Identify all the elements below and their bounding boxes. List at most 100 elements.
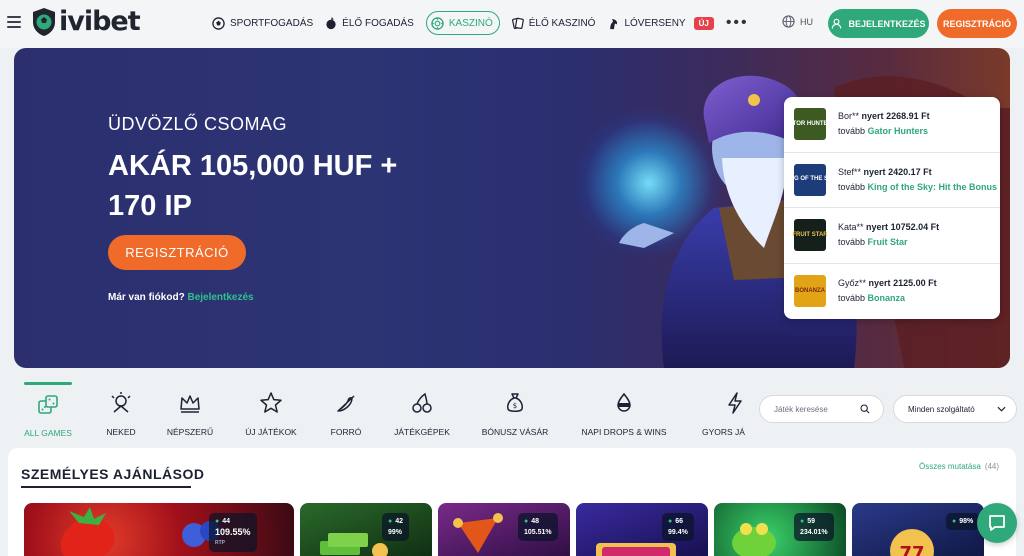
hero-title-line: AKÁR 105,000 HUF + [108, 150, 398, 182]
winner-name: Kata** [838, 222, 864, 233]
winner-row[interactable]: BONANZA Győz** nyert 2125.00 Ft tovább B… [784, 264, 1000, 320]
provider-select[interactable]: Minden szolgáltató [893, 395, 1017, 423]
winner-text: Bor** nyert 2268.91 Ft tovább Gator Hunt… [838, 109, 930, 139]
chili-icon [337, 395, 355, 412]
tab-gyors-jatekok[interactable]: GYORS JÁ [702, 382, 754, 438]
section-title: SZEMÉLYES AJÁNLÁSOD [21, 466, 205, 482]
hamburger-menu-icon[interactable] [7, 16, 21, 28]
players-icon: ● [388, 518, 393, 525]
language-selector[interactable]: HU [782, 15, 813, 28]
nav-label: KASZINÓ [448, 17, 493, 29]
game-thumbnail: GATOR HUNTERS [784, 108, 836, 141]
casino-chip-icon [431, 16, 444, 30]
hero-register-button[interactable]: REGISZTRÁCIÓ [108, 235, 246, 270]
game-tile[interactable]: 77 ● 98% [852, 503, 984, 556]
winner-name: Stef** [838, 166, 862, 177]
winner-game-link[interactable]: Gator Hunters [868, 126, 929, 136]
soccer-ball-icon [212, 16, 225, 30]
top-header: ivibet SPORTFOGADÁS ÉLŐ FOGADÁS KASZINÓ … [0, 0, 1024, 48]
live-chat-button[interactable] [977, 503, 1017, 543]
nav-label: ÉLŐ FOGADÁS [342, 17, 414, 29]
logo-text: ivibet [59, 6, 141, 37]
nav-label: ÉLŐ KASZINÓ [528, 17, 596, 29]
game-thumbnail: FRUIT STAR [792, 219, 828, 252]
tile-stats: ● 44 109.55% RTP [209, 513, 257, 552]
tab-nepszeru[interactable]: NÉPSZERŰ [162, 382, 218, 438]
tab-label: FORRÓ [330, 427, 362, 437]
winner-game-link[interactable]: King of the Sky: Hit the Bonus [868, 182, 998, 192]
tile-rtp: 234.01% [800, 529, 828, 536]
winner-verb: nyert [866, 222, 889, 233]
hero-login-link[interactable]: Bejelentkezés [187, 292, 253, 303]
tile-players: 44 [222, 518, 231, 525]
tab-jatekgepek[interactable]: JÁTÉKGÉPEK [392, 382, 452, 438]
nav-sportfogadas[interactable]: SPORTFOGADÁS [212, 11, 313, 35]
winner-row[interactable]: KING OF THE SKY Stef** nyert 2420.17 Ft … [784, 153, 1000, 208]
game-search-box[interactable] [759, 395, 884, 423]
search-icon[interactable] [860, 404, 870, 414]
winner-amount: 10752.04 Ft [890, 222, 940, 233]
tab-all-games[interactable]: ALL GAMES [24, 382, 72, 438]
login-prompt-text: Már van fiókod? [108, 292, 185, 303]
winner-text: Stef** nyert 2420.17 Ft tovább King of t… [838, 165, 997, 195]
show-all-link[interactable]: Összes mutatása (44) [919, 462, 999, 471]
game-tile[interactable]: ● 66 99.4% [576, 503, 708, 556]
tile-stats: ● 98% [946, 513, 980, 530]
tab-bonusz-vasar[interactable]: $ BÓNUSZ VÁSÁR [480, 382, 550, 438]
register-button[interactable]: REGISZTRÁCIÓ [937, 9, 1017, 38]
game-tile[interactable]: ● 42 99% [300, 503, 432, 556]
winner-row[interactable]: FRUIT STAR Kata** nyert 10752.04 Ft tová… [784, 208, 1000, 264]
ivibet-logo[interactable]: ivibet [31, 6, 141, 37]
chat-bubble-icon [989, 515, 1005, 531]
game-tile[interactable]: ● 59 234.01% [714, 503, 846, 556]
game-thumbnail: KING OF THE SKY [784, 163, 836, 196]
winner-name: Győz** [838, 278, 867, 289]
winner-game-link[interactable]: Bonanza [868, 293, 906, 303]
winner-amount: 2125.00 Ft [893, 278, 937, 289]
winner-verb: nyert [863, 166, 886, 177]
cherries-icon [412, 392, 432, 413]
gift-sparkle-icon [111, 392, 131, 413]
tile-stats: ● 42 99% [382, 513, 410, 541]
tile-players: 42 [395, 518, 404, 525]
winner-tovabb: tovább [838, 126, 866, 137]
nav-label: LÓVERSENY [624, 17, 686, 29]
login-label: BEJELENTKEZÉS [848, 18, 926, 29]
category-tabs: ALL GAMES NEKED NÉPSZERŰ ÚJ JÁTÉKOK FORR… [14, 382, 754, 438]
winner-amount: 2420.17 Ft [888, 166, 932, 177]
cash-stack-icon [320, 533, 388, 556]
tile-players: 59 [807, 518, 816, 525]
winner-tovabb: tovább [838, 181, 866, 192]
tile-rtp: 99% [388, 529, 403, 536]
chevron-down-icon [997, 406, 1006, 412]
tab-neked[interactable]: NEKED [97, 382, 145, 438]
tile-rtp: 105.51% [524, 529, 552, 536]
nav-loverseny[interactable]: LÓVERSENY [607, 11, 686, 35]
winner-name: Bor** [838, 111, 860, 122]
show-all-count: (44) [984, 462, 1000, 471]
game-tile[interactable]: ● 48 105.51% [438, 503, 570, 556]
tile-stats: ● 66 99.4% [662, 513, 694, 541]
tab-label: ÚJ JÁTÉKOK [245, 427, 297, 437]
nav-kaszino[interactable]: KASZINÓ [425, 11, 500, 35]
nav-elo-kaszino[interactable]: ÉLŐ KASZINÓ [511, 11, 596, 35]
nav-elo-fogadas[interactable]: ÉLŐ FOGADÁS [325, 11, 414, 35]
tab-uj-jatekok[interactable]: ÚJ JÁTÉKOK [242, 382, 300, 438]
login-button[interactable]: BEJELENTKEZÉS [828, 9, 929, 38]
game-search-input[interactable] [774, 404, 860, 414]
game-tile[interactable]: ● 44 109.55% RTP [24, 503, 294, 556]
more-menu-icon[interactable]: ••• [726, 15, 749, 31]
active-indicator [24, 382, 72, 385]
svg-text:$: $ [513, 402, 517, 410]
winner-row[interactable]: GATOR HUNTERS Bor** nyert 2268.91 Ft tov… [784, 97, 1000, 153]
tile-rtp: 98% [959, 518, 974, 525]
tab-label: JÁTÉKGÉPEK [394, 427, 450, 437]
drops-wins-icon [617, 392, 631, 412]
tile-rtp-label: RTP [215, 540, 225, 546]
star-icon [260, 392, 282, 413]
tab-forro[interactable]: FORRÓ [322, 382, 370, 438]
globe-icon [782, 15, 795, 28]
winner-game-link[interactable]: Fruit Star [868, 237, 908, 247]
tab-napi-drops-wins[interactable]: NAPI DROPS & WINS [579, 382, 669, 438]
winner-verb: nyert [868, 278, 891, 289]
